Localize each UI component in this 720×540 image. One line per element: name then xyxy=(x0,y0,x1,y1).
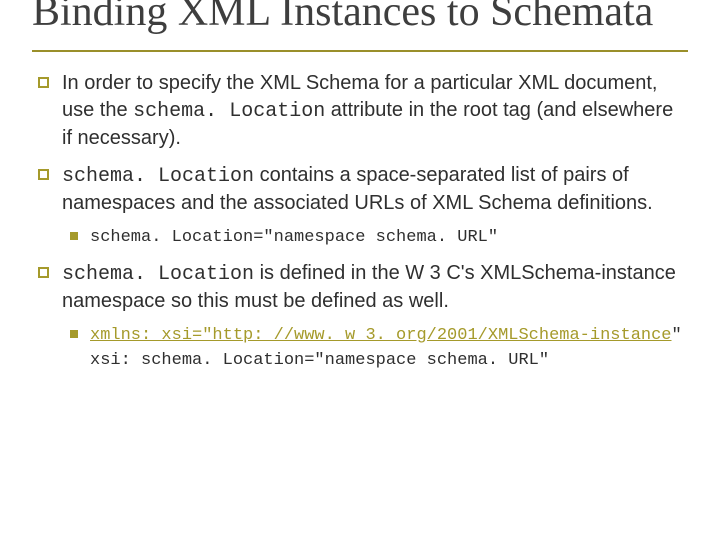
bullet-3-sub-1-code: xmlns: xsi="http: //www. w 3. org/2001/X… xyxy=(90,326,682,370)
slide: Binding XML Instances to Schemata In ord… xyxy=(0,0,720,540)
bullet-3: schema. Location is defined in the W 3 C… xyxy=(32,260,688,373)
title-underline xyxy=(32,50,688,52)
bullet-3-sub-1: xmlns: xsi="http: //www. w 3. org/2001/X… xyxy=(62,323,688,373)
bullet-2-sub-1-code: schema. Location="namespace schema. URL" xyxy=(90,228,498,247)
bullet-1-code: schema. Location xyxy=(133,100,325,123)
bullet-list: In order to specify the XML Schema for a… xyxy=(32,70,688,373)
bullet-3-sublist: xmlns: xsi="http: //www. w 3. org/2001/X… xyxy=(62,323,688,373)
bullet-3-sub-1-line2: xsi: schema. Location="namespace schema.… xyxy=(90,351,549,370)
bullet-2-sub-1: schema. Location="namespace schema. URL" xyxy=(62,225,688,250)
bullet-3-sub-1-link: xmlns: xsi="http: //www. w 3. org/2001/X… xyxy=(90,326,672,345)
bullet-3-code: schema. Location xyxy=(62,263,254,286)
bullet-2: schema. Location contains a space-separa… xyxy=(32,162,688,250)
bullet-3-sub-1-tail: " xyxy=(672,326,682,345)
bullet-2-sublist: schema. Location="namespace schema. URL" xyxy=(62,225,688,250)
bullet-2-code: schema. Location xyxy=(62,165,254,188)
slide-title: Binding XML Instances to Schemata xyxy=(32,0,688,34)
bullet-1: In order to specify the XML Schema for a… xyxy=(32,70,688,152)
